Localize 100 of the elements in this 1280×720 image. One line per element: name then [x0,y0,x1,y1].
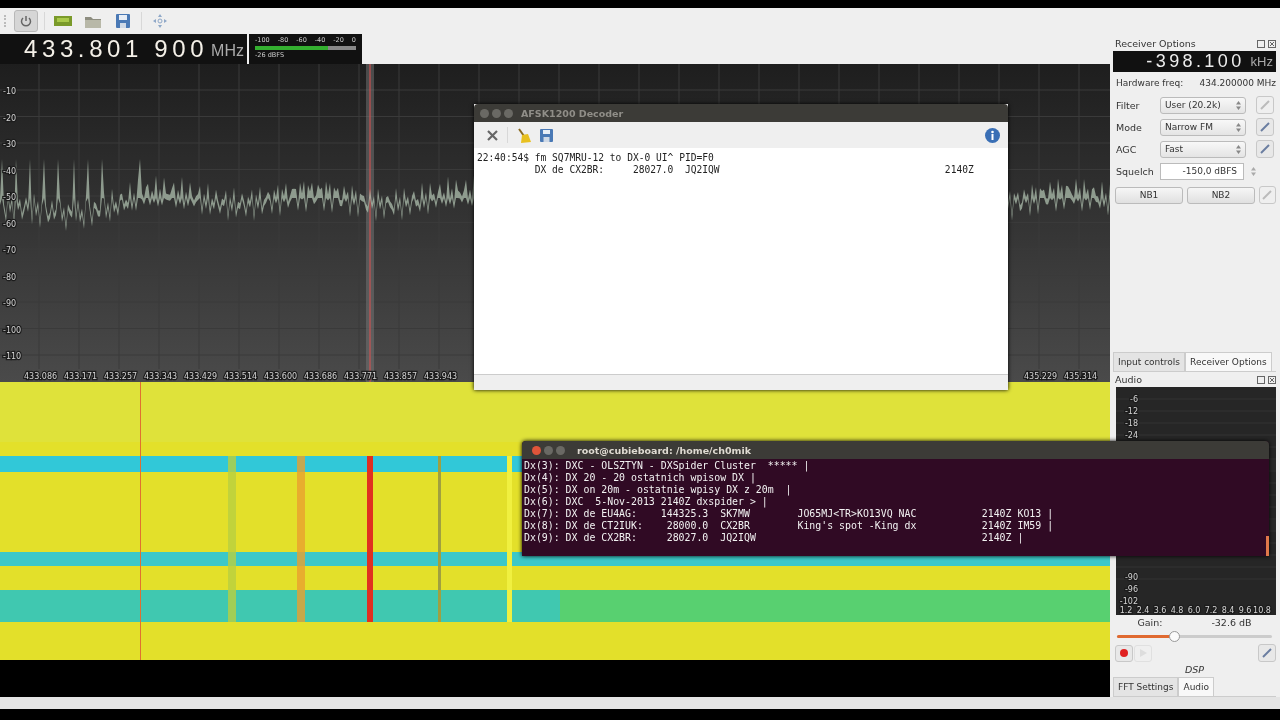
axis-label: -40 [3,166,17,176]
gain-label: Gain: [1137,616,1163,628]
maximize-icon[interactable] [504,108,513,118]
record-button[interactable] [1115,644,1133,662]
slider-thumb[interactable] [1169,630,1181,642]
axis-label: 433.429 [184,372,218,381]
axis-label: -90 [1124,573,1138,582]
axis-label: 4.8 [1170,606,1184,615]
noise-blanker-button[interactable]: NB2 [1186,186,1255,204]
tool-icon [1260,122,1270,132]
close-icon[interactable] [532,445,541,455]
axis-label: 433.257 [104,372,138,381]
axis-label: 10.8 [1253,606,1271,615]
window-title: root@cubieboard: /home/ch0mik [577,444,752,456]
folder-icon [85,14,101,28]
axis-label: -24 [1124,431,1138,440]
save-icon[interactable] [540,128,553,142]
axis-label: 433.943 [424,372,458,381]
info-icon[interactable] [985,127,1000,143]
noise-blanker-button[interactable]: NB1 [1115,186,1183,204]
option-label: Mode [1116,121,1143,133]
dsp-label: DSP [1183,663,1206,677]
arrows-icon [152,13,168,29]
axis-label: 8.4 [1221,606,1235,615]
squelch-field[interactable]: -150,0 dBFS [1160,162,1244,180]
options-button[interactable] [1256,140,1274,158]
float-icon[interactable] [1257,375,1265,384]
decoder-output-line: DX de CX2BR: 28027.0 JQ2IQW 2140Z [533,164,975,176]
close-icon[interactable] [1268,375,1276,384]
axis-label: -70 [3,246,17,255]
axis-label: 433.686 [304,372,338,381]
options-button[interactable] [1256,118,1274,136]
scrollbar[interactable] [1266,536,1269,556]
dock-tab[interactable]: Receiver Options [1185,352,1272,371]
axis-label: 6.0 [1187,606,1201,615]
axis-label: 7.2 [1204,606,1218,615]
axis-label: -18 [1124,419,1138,428]
options-button[interactable] [1258,644,1276,662]
power-icon [19,14,33,28]
axis-label: 433.171 [64,372,98,381]
tool-icon [1262,648,1272,658]
frequency-display[interactable]: 433.801 900 MHz [0,34,247,64]
dock-tab[interactable]: FFT Settings [1113,677,1179,696]
updown-icon[interactable] [1250,166,1256,176]
axis-label: 433.600 [264,372,298,381]
float-icon[interactable] [1257,39,1265,48]
close-icon[interactable] [1268,39,1276,48]
close-icon[interactable] [487,129,498,141]
close-icon[interactable] [480,108,489,118]
dock-tab[interactable]: Input controls [1113,352,1186,371]
axis-label: 1.2 [1119,606,1133,615]
minimize-icon[interactable] [544,445,553,455]
maximize-icon[interactable] [556,445,565,455]
terminal-line: Dx(6): DXC 5-Nov-2013 2140Z dxspider > | [524,496,769,508]
axis-label: -6 [1130,395,1138,404]
terminal-line: Dx(5): DX on 20m - ostatnie wpisy DX z 20m | [524,484,793,496]
minimize-icon[interactable] [492,108,501,118]
tool-icon [1260,144,1270,154]
gain-reading: -32.6 dB [1211,616,1252,628]
dock-tab[interactable]: Audio [1178,677,1215,696]
terminal-line: Dx(8): DX de CT2IUK: 28000.0 CX2BR King's spot -King dx 2140Z IM59 | [524,520,1055,532]
option-label: Squelch [1116,165,1155,177]
axis-label: 435.229 [1024,372,1058,381]
broom-icon[interactable] [517,127,531,143]
dropdown[interactable]: Narrow FM [1160,118,1246,136]
axis-label: -90 [3,299,17,308]
panel-title: Audio [1115,374,1142,385]
offset-display[interactable]: -398.100 kHz [1113,51,1276,72]
axis-label: 2.4 [1136,606,1150,615]
offset-unit: kHz [1250,54,1273,69]
axis-label: 433.514 [224,372,258,381]
hardware-freq-label: Hardware freq: [1116,78,1184,88]
options-button[interactable] [1258,186,1276,204]
option-label: Filter [1116,99,1141,111]
terminal-line: Dx(7): DX de EU4AG: 144325.3 SK7MW JO65MJ<TR>KO13VQ NAC 2140Z KO13 | [524,508,1055,520]
hardware-freq-value: 434.200000 MHz [1199,78,1276,88]
axis-label: -80 [3,272,17,282]
axis-label: -110 [3,352,22,361]
updown-icon [1236,100,1241,110]
axis-label: -60 [3,219,17,229]
offset-value: -398.100 [1146,51,1245,72]
option-label: AGC [1116,143,1138,155]
panel-title: Receiver Options [1115,38,1196,49]
save-icon [116,14,130,28]
axis-label: -20 [3,113,17,123]
decoder-output-line: 22:40:54$ fm SQ7MRU-12 to DX-0 UI^ PID=F0 [477,152,715,164]
axis-label: 433.857 [384,372,418,381]
terminal-line: Dx(3): DXC - OLSZTYN - DXSpider Cluster ***** | [524,460,811,472]
axis-label: -12 [1124,407,1138,416]
tool-icon [1260,100,1270,110]
axis-label: 3.6 [1153,606,1167,615]
axis-label: 433.343 [144,372,178,381]
dropdown[interactable]: Fast [1160,140,1246,158]
frequency-value: 433.801 900 [24,36,209,62]
device-icon [54,15,72,27]
toolbar-button[interactable] [14,10,38,32]
axis-label: -30 [3,140,17,149]
terminal-line: Dx(4): DX 20 - 20 ostatnich wpisow DX | [524,472,757,484]
record-icon [1120,649,1128,657]
frequency-unit: MHz [211,41,244,61]
